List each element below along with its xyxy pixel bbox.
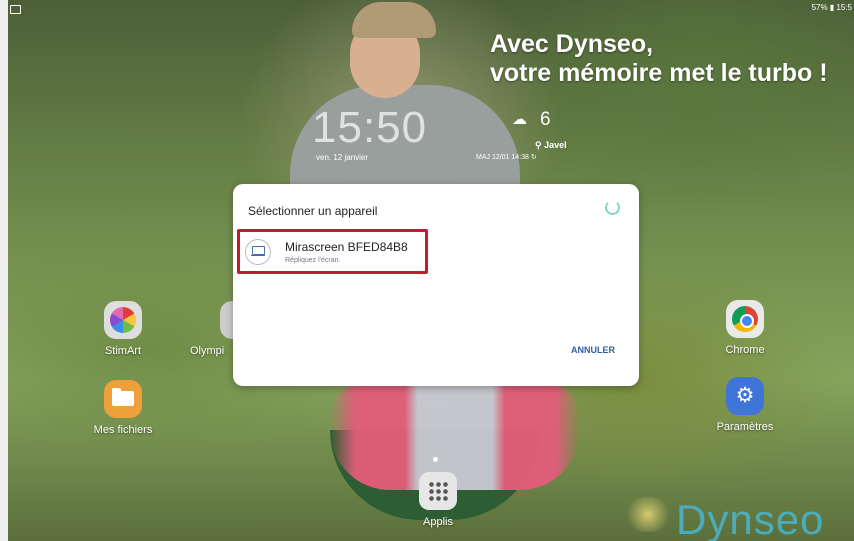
device-subtitle: Répliquez l'écran. [285,257,341,264]
chrome-center [740,314,754,328]
app-drawer-button[interactable]: Applis [393,472,483,528]
stimart-icon [104,301,142,339]
select-device-dialog: Sélectionner un appareil Mirascreen BFED… [233,184,639,386]
left-edge-bar [0,0,8,541]
wallpaper-promo-text: Avec Dynseo, votre mémoire met le turbo … [490,30,828,88]
monitor-shape [252,246,265,255]
promo-line-1: Avec Dynseo, [490,30,654,58]
app-stimart[interactable]: StimArt [78,301,168,357]
promo-line-2: votre mémoire met le turbo ! [490,59,828,87]
folder-shape [112,391,134,406]
cancel-button[interactable]: ANNULER [571,345,615,355]
wallpaper-person-hat [352,2,436,38]
app-label-stimart: StimArt [104,345,142,357]
apps-grid-icon [419,472,457,510]
apps-dots [428,481,448,501]
home-screen: 57% ▮ 15:5 Avec Dynseo, votre mémoire me… [0,0,854,541]
settings-app-icon: ⚙ [726,377,764,415]
app-label-parametres: Paramètres [716,421,774,433]
color-wheel-icon [110,307,136,333]
device-name: Mirascreen BFED84B8 [285,240,408,254]
dynseo-logo-sparkle [623,497,673,532]
app-label-applis: Applis [423,516,453,528]
weather-updated: MAJ 12/01 14:38 ↻ [476,154,537,161]
screen-mirror-icon [245,239,271,265]
app-chrome[interactable]: Chrome [700,300,790,356]
app-label-chrome: Chrome [725,344,765,356]
folder-icon [104,380,142,418]
app-label-mes-fichiers: Mes fichiers [93,424,153,436]
weather-city: ⚲ Javel [535,140,567,150]
cloud-wind-icon: ☁ [512,111,527,128]
clock-widget-time[interactable]: 15:50 [312,103,427,153]
gear-icon: ⚙ [735,384,755,407]
app-label-olympi: Olympi [190,345,225,357]
dialog-title: Sélectionner un appareil [248,204,378,218]
loading-spinner-icon [605,200,620,215]
app-olympi[interactable]: Olympi [175,301,258,357]
app-parametres[interactable]: ⚙ Paramètres [700,377,790,433]
dynseo-logo: Dynseo [676,496,825,541]
chrome-icon [726,300,764,338]
weather-temperature[interactable]: 6 [540,109,551,131]
monitor-base-shape [251,255,265,256]
screenshot-icon [10,5,21,14]
status-battery-time: 57% ▮ 15:5 [811,3,852,12]
home-page-indicator [433,457,438,462]
clock-widget-date: ven. 12 janvier [316,153,369,162]
app-mes-fichiers[interactable]: Mes fichiers [78,380,168,436]
